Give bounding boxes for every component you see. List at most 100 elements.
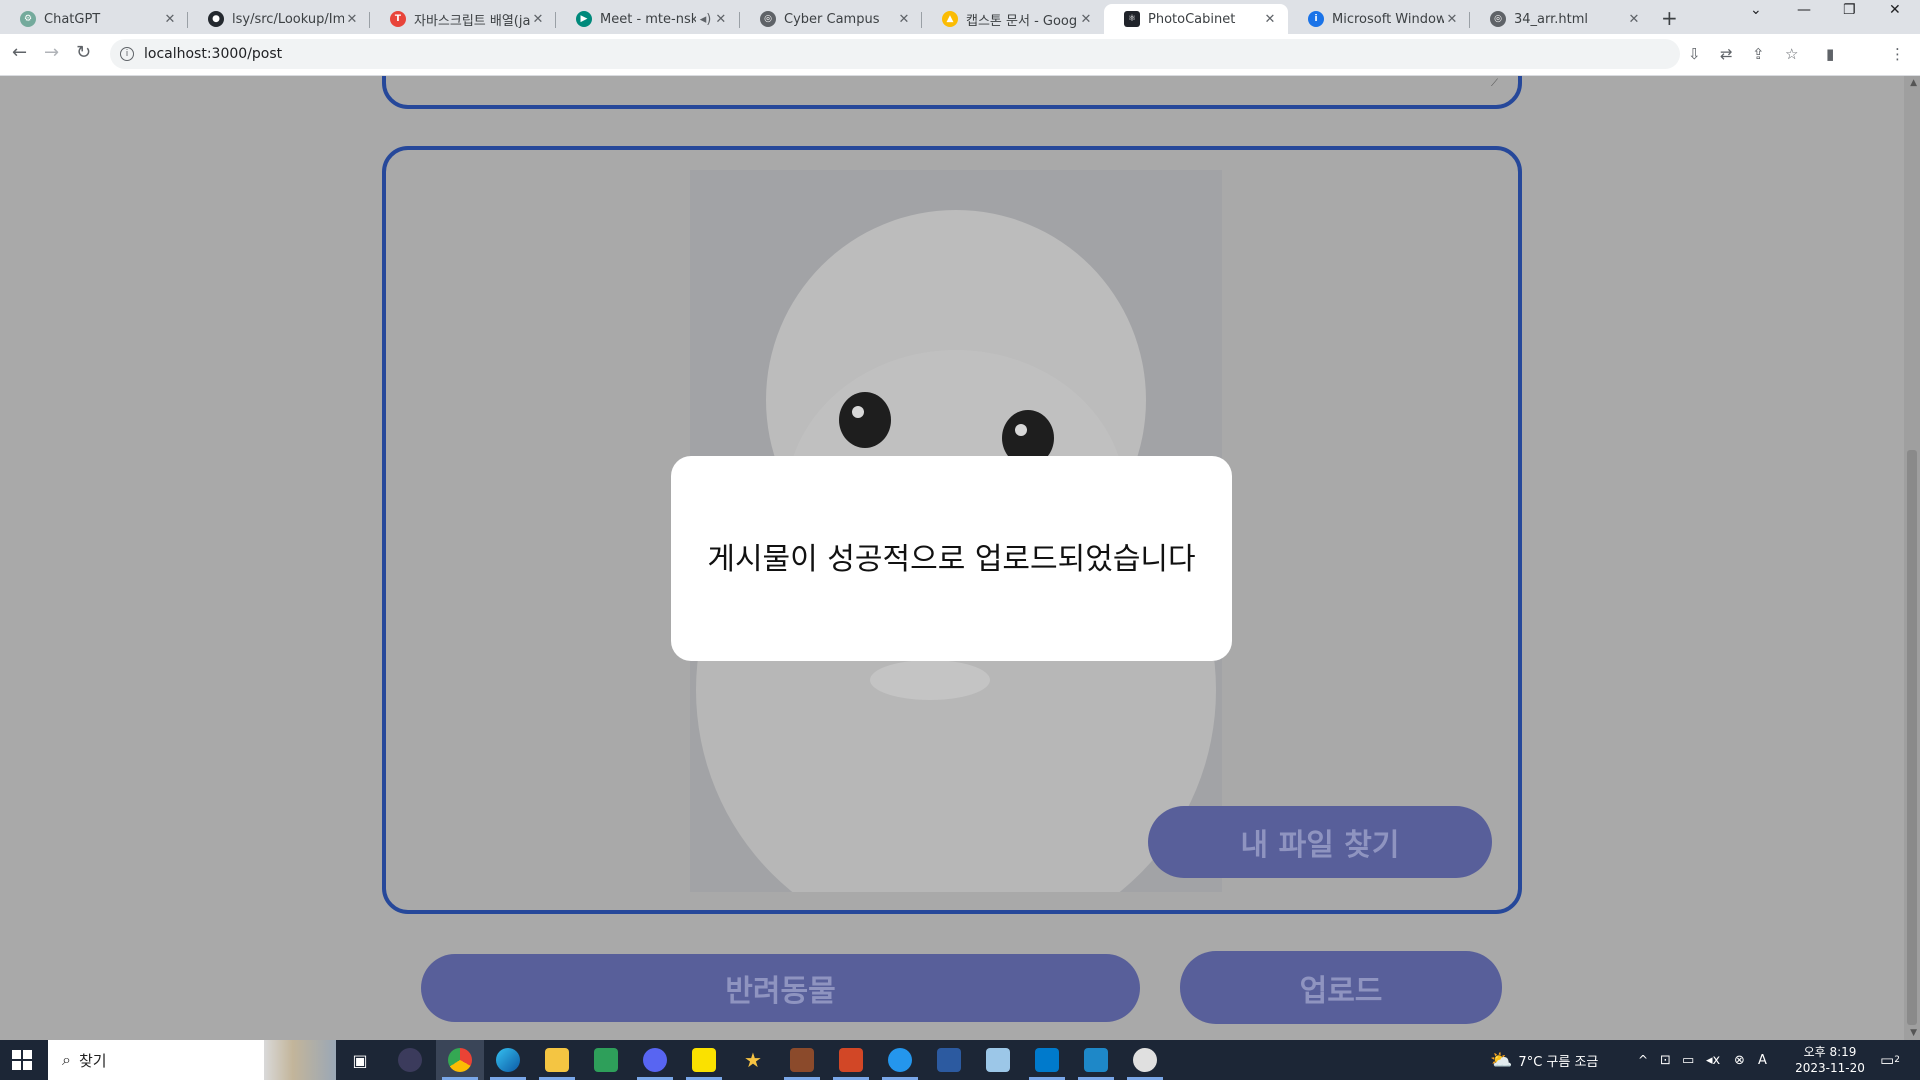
volume-muted-icon[interactable]: ◂x (1706, 1040, 1720, 1080)
forward-arrow-icon[interactable]: → (44, 42, 59, 63)
kakaotalk-taskbar-icon[interactable] (680, 1040, 728, 1080)
tab-34-arr[interactable]: ◎ 34_arr.html ✕ (1470, 4, 1652, 34)
game-app-taskbar-icon[interactable] (778, 1040, 826, 1080)
tab-bar: ⚙ ChatGPT ✕ ● lsy/src/Lookup/Image ✕ T 자… (0, 0, 1920, 34)
translate-icon[interactable]: ⇄ (1720, 45, 1733, 63)
notification-icon[interactable]: ▭ 2 (1880, 1040, 1900, 1080)
tab-title: ChatGPT (44, 11, 101, 27)
github-icon: ● (208, 11, 224, 27)
resize-grip-icon[interactable]: ⟋ (1491, 78, 1498, 89)
tab-title: 캡스톤 문서 - Googl (966, 13, 1078, 29)
info-icon[interactable]: i (120, 47, 134, 61)
network-icon[interactable]: ▭ (1682, 1040, 1694, 1080)
media-app-taskbar-icon[interactable] (582, 1040, 630, 1080)
tab-title: Cyber Campus (784, 11, 880, 27)
meet-icon: ▶ (576, 11, 592, 27)
upload-success-modal[interactable]: 게시물이 성공적으로 업로드되었습니다 (671, 456, 1232, 661)
tab-microsoft-windows[interactable]: i Microsoft Windows ✕ (1288, 4, 1470, 34)
tab-js-array[interactable]: T 자바스크립트 배열(ja ✕ (370, 4, 556, 34)
notes-taskbar-icon[interactable] (974, 1040, 1022, 1080)
tab-title: Microsoft Windows (1332, 11, 1444, 27)
chatgpt-icon: ⚙ (20, 11, 36, 27)
edge-taskbar-icon[interactable] (484, 1040, 532, 1080)
url-text[interactable]: localhost:3000/post (144, 46, 282, 62)
back-arrow-icon[interactable]: ← (12, 42, 27, 63)
tab-search-chevron-icon[interactable]: ⌄ (1750, 2, 1762, 18)
tab-cyber-campus[interactable]: ◎ Cyber Campus ✕ (740, 4, 922, 34)
intel-icon: i (1308, 11, 1324, 27)
scroll-thumb[interactable] (1907, 450, 1917, 1025)
file-explorer-taskbar-icon[interactable] (533, 1040, 581, 1080)
tab-close-icon[interactable]: ✕ (344, 12, 360, 27)
close-window-icon[interactable]: ✕ (1889, 2, 1901, 18)
tab-close-icon[interactable]: ✕ (1078, 12, 1094, 27)
globe-icon: ◎ (1490, 11, 1506, 27)
notification-count: 2 (1894, 1055, 1900, 1065)
tab-close-icon[interactable]: ✕ (1626, 12, 1642, 27)
restore-icon[interactable]: ❐ (1843, 2, 1856, 18)
vscode-taskbar-icon[interactable] (1023, 1040, 1071, 1080)
tab-title: 34_arr.html (1514, 11, 1589, 27)
taskbar-clock[interactable]: 오후 8:19 2023-11-20 (1790, 1044, 1870, 1076)
chrome-taskbar-icon[interactable] (436, 1040, 484, 1080)
scroll-up-arrow-icon[interactable]: ▲ (1910, 78, 1917, 88)
tray-icon-1[interactable]: ⊡ (1660, 1040, 1671, 1080)
weather-cloud-icon: ⛅ (1490, 1049, 1513, 1071)
tab-meet[interactable]: ▶ Meet - mte-nsko ◂) ✕ (556, 4, 740, 34)
error-icon[interactable]: ⊗ (1734, 1040, 1745, 1080)
reload-icon[interactable]: ↻ (76, 42, 91, 63)
upload-button[interactable]: 업로드 (1180, 951, 1502, 1024)
powerpoint-taskbar-icon[interactable] (827, 1040, 875, 1080)
tray-chevron-icon[interactable]: ^ (1638, 1040, 1648, 1080)
globe-icon: ◎ (760, 11, 776, 27)
bookmark-star-icon[interactable]: ☆ (1785, 45, 1798, 63)
search-placeholder: 찾기 (78, 1051, 107, 1070)
search-highlight-image (264, 1040, 336, 1080)
powershell-taskbar-icon[interactable] (925, 1040, 973, 1080)
tab-close-icon[interactable]: ✕ (896, 12, 912, 27)
tab-close-icon[interactable]: ✕ (1444, 12, 1460, 27)
cloud-app-taskbar-icon[interactable] (1121, 1040, 1169, 1080)
category-button[interactable]: 반려동물 (421, 954, 1140, 1022)
page-viewport: ⟋ 내 파일 찾기 반려동물 업로드 게시물이 성공적으로 업로드되었습니다 ▲… (0, 76, 1920, 1040)
tab-title: 자바스크립트 배열(ja (414, 13, 530, 29)
discord-taskbar-icon[interactable] (631, 1040, 679, 1080)
weather-widget[interactable]: ⛅ 7°C 구름 조금 (1490, 1040, 1598, 1080)
taskbar-app-icon[interactable] (386, 1040, 434, 1080)
tab-google-drive[interactable]: ▲ 캡스톤 문서 - Googl ✕ (922, 4, 1104, 34)
download-icon[interactable]: ⇩ (1688, 45, 1701, 63)
tab-close-icon[interactable]: ✕ (1262, 12, 1278, 27)
taskbar-search-box[interactable]: ⌕ 찾기 (48, 1040, 336, 1080)
modal-message: 게시물이 성공적으로 업로드되었습니다 (707, 542, 1196, 577)
tab-title: Meet - mte-nsko (600, 11, 696, 27)
new-tab-button[interactable]: + (1661, 6, 1678, 30)
address-bar[interactable]: i localhost:3000/post (110, 39, 1680, 69)
windows-start-icon[interactable] (12, 1050, 32, 1070)
scroll-down-arrow-icon[interactable]: ▼ (1910, 1028, 1917, 1038)
minimize-icon[interactable]: — (1797, 2, 1811, 18)
tab-github[interactable]: ● lsy/src/Lookup/Image ✕ (188, 4, 370, 34)
tab-chatgpt[interactable]: ⚙ ChatGPT ✕ (0, 4, 188, 34)
side-panel-icon[interactable]: ▮ (1826, 45, 1834, 63)
react-icon: ⚛ (1124, 11, 1140, 27)
docker-taskbar-icon[interactable] (876, 1040, 924, 1080)
menu-kebab-icon[interactable]: ⋮ (1890, 45, 1905, 63)
tab-close-icon[interactable]: ✕ (530, 12, 546, 27)
tab-close-icon[interactable]: ✕ (162, 12, 178, 27)
share-icon[interactable]: ⇪ (1752, 45, 1765, 63)
tab-title: PhotoCabinet (1148, 11, 1236, 27)
star-app-taskbar-icon[interactable]: ★ (729, 1040, 777, 1080)
tab-audio-close-icon[interactable]: ◂) ✕ (696, 12, 730, 27)
post-text-area[interactable]: ⟋ (382, 76, 1522, 109)
browser-toolbar: ← → ↻ i localhost:3000/post ⇩ ⇄ ⇪ ☆ ▮ ⋮ (0, 34, 1920, 76)
app-taskbar-icon[interactable] (1072, 1040, 1120, 1080)
blog-icon: T (390, 11, 406, 27)
weather-text: 7°C 구름 조금 (1518, 1054, 1599, 1070)
windows-taskbar: ⌕ 찾기 ▣ ★ ⛅ 7°C 구름 조금 ^ ⊡ ▭ ◂x ⊗ A 오후 8:1… (0, 1040, 1920, 1080)
find-my-file-button[interactable]: 내 파일 찾기 (1148, 806, 1492, 878)
clock-date: 2023-11-20 (1795, 1061, 1865, 1075)
page-scrollbar[interactable]: ▲ ▼ (1904, 76, 1920, 1040)
task-view-icon[interactable]: ▣ (336, 1040, 384, 1080)
ime-indicator[interactable]: A (1758, 1040, 1767, 1080)
tab-photocabinet[interactable]: ⚛ PhotoCabinet ✕ (1104, 4, 1288, 34)
